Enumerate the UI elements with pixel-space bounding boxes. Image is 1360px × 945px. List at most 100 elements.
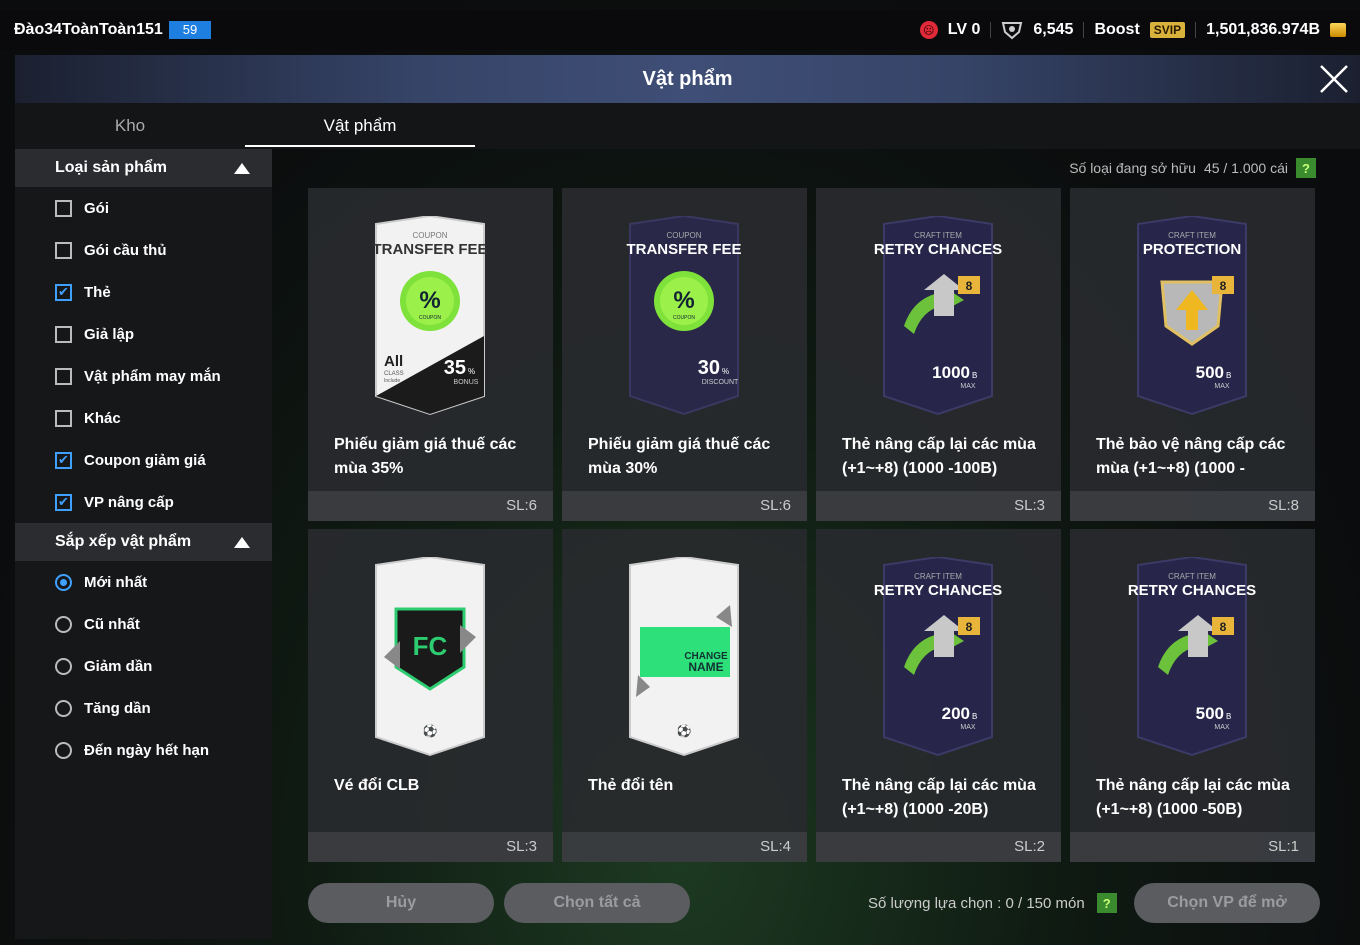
divider: [1083, 22, 1085, 38]
username: Đào34ToànToàn151: [14, 21, 163, 38]
value-label: 1000: [932, 363, 970, 382]
filter-option[interactable]: Vật phẩm may mắn: [15, 355, 272, 397]
checkbox[interactable]: [55, 409, 72, 427]
sort-option[interactable]: Đến ngày hết hạn: [15, 729, 272, 771]
item-name: Thẻ bảo vệ nâng cấp các mùa (+1~+8) (100…: [1096, 436, 1286, 477]
filter-option[interactable]: Khác: [15, 397, 272, 439]
sort-header-label: Sắp xếp vật phẩm: [55, 533, 192, 550]
item-quantity: SL:3: [308, 832, 553, 862]
radio-button[interactable]: [55, 573, 72, 591]
sub-label: DISCOUNT: [702, 379, 739, 386]
sort-option[interactable]: Cũ nhất: [15, 603, 272, 645]
level-badge: 59: [168, 21, 212, 39]
filter-option[interactable]: Giả lập: [15, 313, 272, 355]
filter-option[interactable]: ✔ Coupon giảm giá: [15, 439, 272, 481]
radio-button[interactable]: [55, 699, 72, 717]
svg-text:FC: FC: [413, 631, 448, 661]
filter-option[interactable]: ✔ VP nâng cấp: [15, 481, 272, 523]
select-all-button[interactable]: Chọn tất cả: [504, 883, 690, 923]
tab-vat-pham[interactable]: Vật phẩm: [245, 103, 475, 149]
sort-option[interactable]: Mới nhất: [15, 561, 272, 603]
close-icon[interactable]: [1316, 61, 1352, 97]
card-heading: RETRY CHANCES: [874, 241, 1002, 258]
card-heading: PROTECTION: [1143, 241, 1241, 258]
checkbox[interactable]: [55, 241, 72, 259]
unit-label: B: [972, 712, 977, 721]
checkbox[interactable]: [55, 325, 72, 343]
coupon-card-icon: COUPONTRANSFER FEE%COUPONAllCLASSInclude…: [372, 216, 488, 416]
sort-section-header[interactable]: Sắp xếp vật phẩm: [15, 523, 272, 561]
radio-button[interactable]: [55, 741, 72, 759]
craft-card-icon: CRAFT ITEMPROTECTION 8 500 B MAX: [1137, 216, 1247, 416]
badge-label: COUPON: [419, 315, 441, 321]
item-card[interactable]: CRAFT ITEM PROTECTION 8 500 B MAX Thẻ bảo vệ n…: [1070, 188, 1315, 521]
value-label: 500: [1196, 363, 1224, 382]
filter-option[interactable]: Gói cầu thủ: [15, 229, 272, 271]
radio-button[interactable]: [55, 615, 72, 633]
selection-count: Số lượng lựa chọn : 0 / 150 món ?: [868, 893, 1117, 913]
level-label: 8: [1220, 620, 1227, 634]
filter-sidebar: Loại sản phẩm Gói Gói cầu thủ ✔ Thẻ Giả lập V…: [15, 149, 272, 939]
item-name: Phiếu giảm giá thuế các mùa 35%: [334, 436, 517, 477]
cancel-button[interactable]: Hủy: [308, 883, 494, 923]
open-items-button[interactable]: Chọn VP để mở: [1134, 883, 1320, 923]
unit-label: B: [1226, 712, 1231, 721]
item-card[interactable]: FC ⚽ Vé đổi CLB SL:3: [308, 529, 553, 862]
filter-label: Coupon giảm giá: [84, 451, 206, 469]
filter-label: VP nâng cấp: [84, 493, 174, 511]
filter-label: Vật phẩm may mắn: [84, 367, 221, 385]
value-label: 200: [942, 704, 970, 723]
page-title: Vật phẩm: [642, 67, 733, 90]
club-change-card-icon: FC ⚽: [375, 557, 485, 757]
filter-header-label: Loại sản phẩm: [55, 159, 168, 176]
item-card[interactable]: COUPON TRANSFER FEE% COUPON 30% DISCOUNT Phiế…: [562, 188, 807, 521]
filter-option[interactable]: ✔ Thẻ: [15, 271, 272, 313]
filter-label: Giả lập: [84, 325, 135, 343]
sort-option[interactable]: Tăng dần: [15, 687, 272, 729]
item-card[interactable]: COUPON TRANSFER FEE% COUPON All CLASS Include…: [308, 188, 553, 521]
points-text: 6,545: [1033, 21, 1074, 38]
item-name: Thẻ nâng cấp lại các mùa (+1~+8) (1000 -…: [842, 436, 1036, 477]
card-heading: RETRY CHANCES: [874, 582, 1002, 599]
filter-list: Gói Gói cầu thủ ✔ Thẻ Giả lập Vật phẩm may mắ…: [15, 187, 272, 523]
item-card[interactable]: CRAFT ITEM RETRY CHANCES 8 500 B MAX Thẻ nâng …: [1070, 529, 1315, 862]
sub-label: MAX: [960, 383, 976, 390]
item-card[interactable]: CHANGE NAME ⚽ Thẻ đổi tên SL:4: [562, 529, 807, 862]
sort-list: Mới nhất Cũ nhất Giảm dần Tăng dần Đến ngày …: [15, 561, 272, 771]
checkbox[interactable]: [55, 199, 72, 217]
item-quantity: SL:6: [308, 491, 553, 521]
title-bar: Vật phẩm: [15, 55, 1360, 103]
balance-text: 1,501,836.974B: [1206, 21, 1320, 38]
checkbox[interactable]: ✔: [55, 283, 72, 301]
radio-button[interactable]: [55, 657, 72, 675]
card-heading: TRANSFER FEE: [626, 241, 741, 258]
item-card[interactable]: CRAFT ITEM RETRY CHANCES 8 1000 B MAX Thẻ nâng…: [816, 188, 1061, 521]
help-icon[interactable]: ?: [1296, 158, 1316, 178]
item-name: Thẻ nâng cấp lại các mùa (+1~+8) (1000 -…: [842, 777, 1036, 818]
svg-text:%: %: [673, 287, 694, 314]
inventory-screen: Đào34ToànToàn151 59 ☹ LV 0 6,545 Boost S…: [0, 0, 1360, 945]
checkbox[interactable]: ✔: [55, 451, 72, 469]
tab-kho[interactable]: Kho: [15, 103, 245, 149]
filter-option[interactable]: Gói: [15, 187, 272, 229]
unit-label: B: [972, 371, 977, 380]
svg-text:%: %: [419, 287, 440, 314]
unit-label: %: [722, 367, 729, 376]
filter-label: Khác: [84, 409, 121, 427]
sort-option[interactable]: Giảm dần: [15, 645, 272, 687]
checkbox[interactable]: [55, 367, 72, 385]
top-status-bar: Đào34ToànToàn151 59 ☹ LV 0 6,545 Boost S…: [0, 10, 1360, 50]
item-card[interactable]: CRAFT ITEM RETRY CHANCES 8 200 B MAX Thẻ nâng …: [816, 529, 1061, 862]
sub-label: MAX: [1214, 383, 1230, 390]
divider: [1195, 22, 1197, 38]
craft-card-icon: CRAFT ITEMRETRY CHANCES 8 500 B MAX: [1128, 557, 1256, 757]
filter-section-header[interactable]: Loại sản phẩm: [15, 149, 272, 187]
checkbox[interactable]: ✔: [55, 493, 72, 511]
item-quantity: SL:4: [562, 832, 807, 862]
item-quantity: SL:8: [1070, 491, 1315, 521]
help-icon[interactable]: ?: [1096, 893, 1117, 913]
sub-label: BONUS: [454, 379, 479, 386]
kind-label: CRAFT ITEM: [914, 572, 962, 581]
sort-label: Giảm dần: [84, 657, 153, 675]
gold-icon: [1330, 23, 1346, 37]
